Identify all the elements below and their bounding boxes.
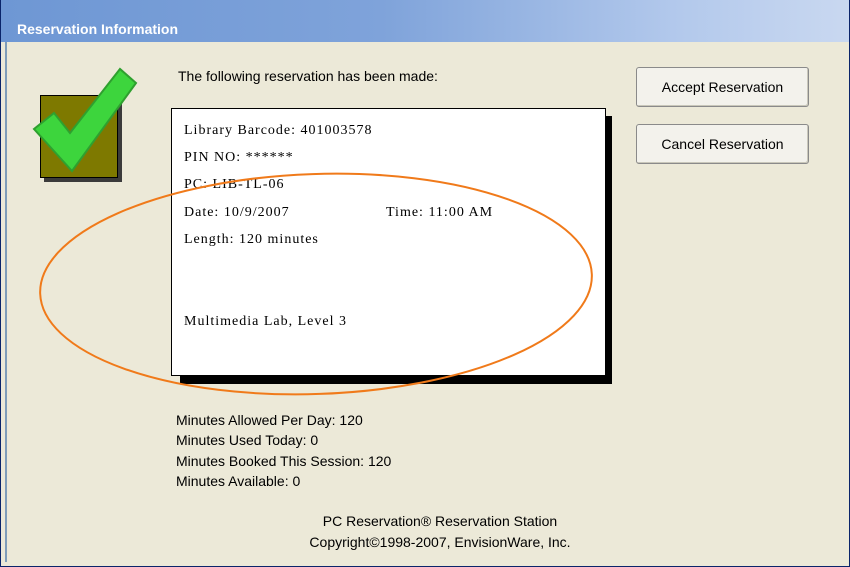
ticket-time: Time: 11:00 AM — [386, 205, 494, 220]
cancel-reservation-button[interactable]: Cancel Reservation — [636, 124, 809, 164]
minutes-available: Minutes Available: 0 — [176, 473, 301, 489]
copyright: Copyright©1998-2007, EnvisionWare, Inc. — [309, 534, 571, 550]
ticket-pin: PIN NO: ****** — [184, 150, 294, 165]
accept-reservation-button[interactable]: Accept Reservation — [636, 67, 809, 107]
ticket-barcode: Library Barcode: 401003578 — [184, 123, 373, 138]
ticket-pc: PC: LIB-TL-06 — [184, 177, 285, 192]
minutes-booked: Minutes Booked This Session: 120 — [176, 453, 392, 469]
ticket-length: Length: 120 minutes — [184, 232, 319, 247]
window-title: Reservation Information — [17, 21, 179, 37]
minutes-used: Minutes Used Today: 0 — [176, 432, 319, 448]
reservation-ticket: Library Barcode: 401003578 PIN NO: *****… — [171, 108, 606, 376]
ticket-date: Date: 10/9/2007 — [184, 205, 290, 220]
product-name: PC Reservation® Reservation Station — [322, 513, 558, 529]
minutes-allowed: Minutes Allowed Per Day: 120 — [176, 412, 363, 428]
title-bar[interactable]: Reservation Information — [1, 0, 849, 42]
ticket-location: Multimedia Lab, Level 3 — [184, 314, 347, 329]
intro-text: The following reservation has been made: — [178, 68, 438, 84]
checkmark-icon — [32, 67, 138, 173]
